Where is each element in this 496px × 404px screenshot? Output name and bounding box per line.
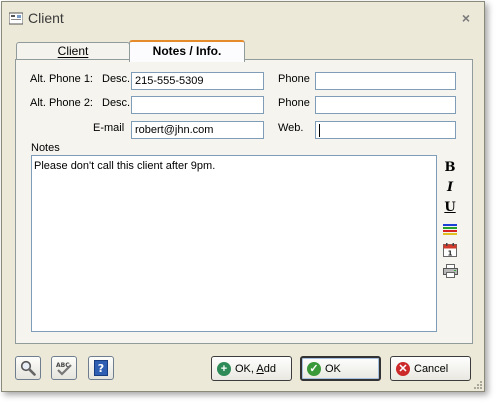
italic-button[interactable]: I (440, 178, 460, 196)
alt-phone-1-desc-field[interactable]: 215-555-5309 (131, 72, 264, 90)
email-field[interactable]: robert@jhn.com (131, 121, 264, 139)
notes-label: Notes (31, 142, 60, 154)
magnifier-icon (20, 360, 36, 376)
bold-button[interactable]: B (440, 158, 460, 176)
alt-phone-2-desc-field[interactable] (131, 96, 264, 114)
alt-phone-2-phone-label: Phone (278, 97, 310, 109)
spellcheck-button[interactable]: ABC (51, 356, 77, 380)
ok-add-label: OK, Add (235, 363, 276, 375)
cancel-label: Cancel (414, 362, 449, 375)
calendar-icon: 1 (443, 243, 457, 257)
alt-phone-1-label: Alt. Phone 1: (30, 73, 93, 85)
alt-phone-2-phone-field[interactable] (315, 96, 456, 114)
ok-add-button[interactable]: + OK, Add (211, 356, 292, 381)
ok-add-label-accel: A (256, 362, 264, 375)
ok-add-label-prefix: OK, (235, 362, 257, 375)
web-label: Web. (278, 122, 304, 134)
tab-client-label: Client (57, 44, 89, 58)
ok-button[interactable]: ✓ OK (300, 356, 381, 381)
notes-textarea[interactable]: Please don't call this client after 9pm. (31, 155, 437, 332)
window-title: Client (28, 10, 64, 26)
help-glyph: ? (98, 362, 104, 375)
ok-label: OK (325, 362, 341, 375)
printer-icon (442, 264, 458, 278)
cancel-button[interactable]: ✕ Cancel (390, 356, 471, 381)
plus-circle-icon: + (217, 361, 231, 376)
x-circle-icon: ✕ (396, 361, 410, 376)
help-button[interactable]: ? (88, 356, 114, 380)
calendar-day: 1 (448, 250, 453, 258)
app-icon (9, 12, 23, 25)
color-button[interactable] (440, 220, 460, 238)
web-field[interactable] (315, 121, 456, 139)
date-button[interactable]: 1 (440, 241, 460, 259)
spellcheck-icon: ABC (56, 362, 72, 376)
tab-client[interactable]: Client (16, 42, 130, 60)
close-icon[interactable]: × (458, 10, 474, 26)
ok-add-label-rest: dd (263, 362, 276, 375)
check-circle-icon: ✓ (307, 361, 321, 376)
notes-info-panel: Alt. Phone 1: Desc. 215-555-5309 Phone A… (15, 59, 473, 344)
tab-notes-info-label: Notes / Info. (152, 44, 222, 58)
help-icon: ? (94, 360, 108, 376)
alt-phone-1-desc-label: Desc. (102, 73, 131, 85)
tab-notes-info[interactable]: Notes / Info. (129, 40, 245, 62)
email-label: E-mail (93, 122, 125, 134)
alt-phone-1-phone-field[interactable] (315, 72, 456, 90)
search-button[interactable] (15, 356, 41, 380)
text-caret (319, 123, 320, 137)
color-lines-icon (443, 224, 457, 235)
alt-phone-2-desc-label: Desc. (102, 97, 131, 109)
underline-button[interactable]: U (440, 198, 460, 216)
client-dialog: Client × Client Notes / Info. Alt. Phone… (1, 1, 485, 392)
title-bar[interactable]: Client × (2, 2, 484, 34)
alt-phone-2-label: Alt. Phone 2: (30, 97, 93, 109)
resize-grip-icon[interactable] (472, 379, 483, 390)
alt-phone-1-phone-label: Phone (278, 73, 310, 85)
print-button[interactable] (440, 262, 460, 280)
